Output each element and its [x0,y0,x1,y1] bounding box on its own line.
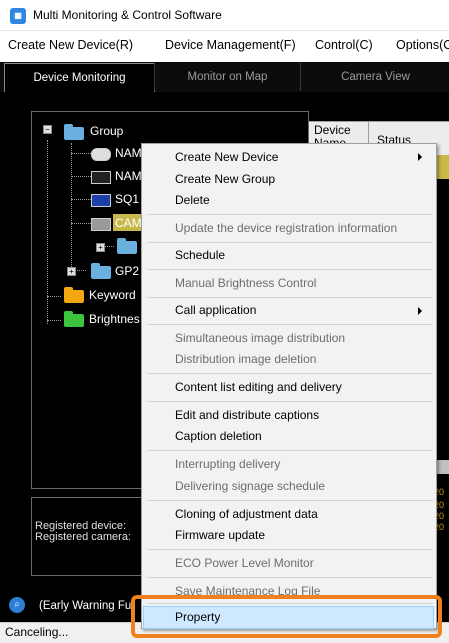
menu-item-schedule[interactable]: Schedule [175,248,225,262]
menu-item-manual-brightness[interactable]: Manual Brightness Control [175,276,316,290]
app-logo-icon: ▦ [10,8,26,24]
tab-device-monitoring[interactable]: Device Monitoring [4,63,155,92]
tab-camera-view[interactable]: Camera View [300,63,449,91]
menu-item-distribution-deletion[interactable]: Distribution image deletion [175,352,316,366]
projector-icon [91,218,111,231]
menu-item-create-new-device[interactable]: Create New Device [175,150,278,164]
folder-icon [64,124,84,140]
menu-separator [147,401,433,402]
menu-item-eco-power-monitor[interactable]: ECO Power Level Monitor [175,556,314,570]
camera-icon [91,148,111,161]
menu-device-management[interactable]: Device Management(F) [165,38,296,52]
menu-control[interactable]: Control(C) [315,38,373,52]
tree-node-keyword[interactable]: Keyword [89,288,136,302]
registered-camera-label: Registered camera: [35,531,131,543]
menu-separator [147,214,433,215]
tree-node-group-gp2[interactable]: GP2 [115,264,139,278]
menu-item-caption-deletion[interactable]: Caption deletion [175,429,262,443]
menu-separator [147,324,433,325]
submenu-arrow-icon [418,153,422,161]
menu-create-new-device[interactable]: Create New Device(R) [8,38,133,52]
expand-toggle[interactable]: + [96,243,105,252]
menu-item-simultaneous-distribution[interactable]: Simultaneous image distribution [175,331,345,345]
menu-item-content-list[interactable]: Content list editing and delivery [175,380,342,394]
tree-node-brightness[interactable]: Brightnes [89,312,140,326]
menu-item-create-new-group[interactable]: Create New Group [175,172,275,186]
tree-connector [71,176,91,177]
expand-toggle[interactable]: + [67,267,76,276]
menu-item-firmware-update[interactable]: Firmware update [175,528,265,542]
menu-item-cloning-adjustment[interactable]: Cloning of adjustment data [175,507,318,521]
menu-item-delete[interactable]: Delete [175,193,210,207]
tree-node-group[interactable]: Group [90,124,123,138]
tab-monitor-on-map[interactable]: Monitor on Map [154,63,300,91]
tree-connector [47,296,61,297]
early-warning-label[interactable]: (Early Warning Fu [39,600,131,612]
tree-node-device[interactable]: NAM [115,169,142,183]
tree-connector [71,143,72,269]
monitor-icon [91,171,111,184]
highlight-annotation-box [131,595,442,638]
folder-icon [117,238,137,254]
menu-separator [147,500,433,501]
folder-icon [91,263,111,279]
menu-item-edit-captions[interactable]: Edit and distribute captions [175,408,319,422]
menu-item-interrupting-delivery[interactable]: Interrupting delivery [175,457,280,471]
menu-separator [147,297,433,298]
menu-separator [147,269,433,270]
window-title: Multi Monitoring & Control Software [33,8,222,22]
menu-separator [147,373,433,374]
tree-connector [47,320,61,321]
search-icon[interactable]: ⌕ [9,597,25,613]
menu-item-signage-schedule[interactable]: Delivering signage schedule [175,479,325,493]
submenu-arrow-icon [418,307,422,315]
menu-item-update-registration[interactable]: Update the device registration informati… [175,221,397,235]
menu-separator [147,242,433,243]
menu-options[interactable]: Options(C [396,38,449,52]
menu-separator [147,549,433,550]
menu-separator [147,577,433,578]
tree-node-device-selected[interactable]: CAM [115,216,142,230]
tree-node-device[interactable]: SQ1 [115,192,139,206]
keyword-folder-icon [64,287,84,303]
tree-connector [71,199,91,200]
tree-connector [71,153,91,154]
status-text: Canceling... [5,625,69,639]
menu-separator [147,450,433,451]
collapse-toggle[interactable]: − [43,125,52,134]
menu-item-call-application[interactable]: Call application [175,303,256,317]
tree-node-device[interactable]: NAM [115,146,142,160]
tree-connector [71,223,91,224]
monitor-icon [91,194,111,207]
brightness-folder-icon [64,311,84,327]
